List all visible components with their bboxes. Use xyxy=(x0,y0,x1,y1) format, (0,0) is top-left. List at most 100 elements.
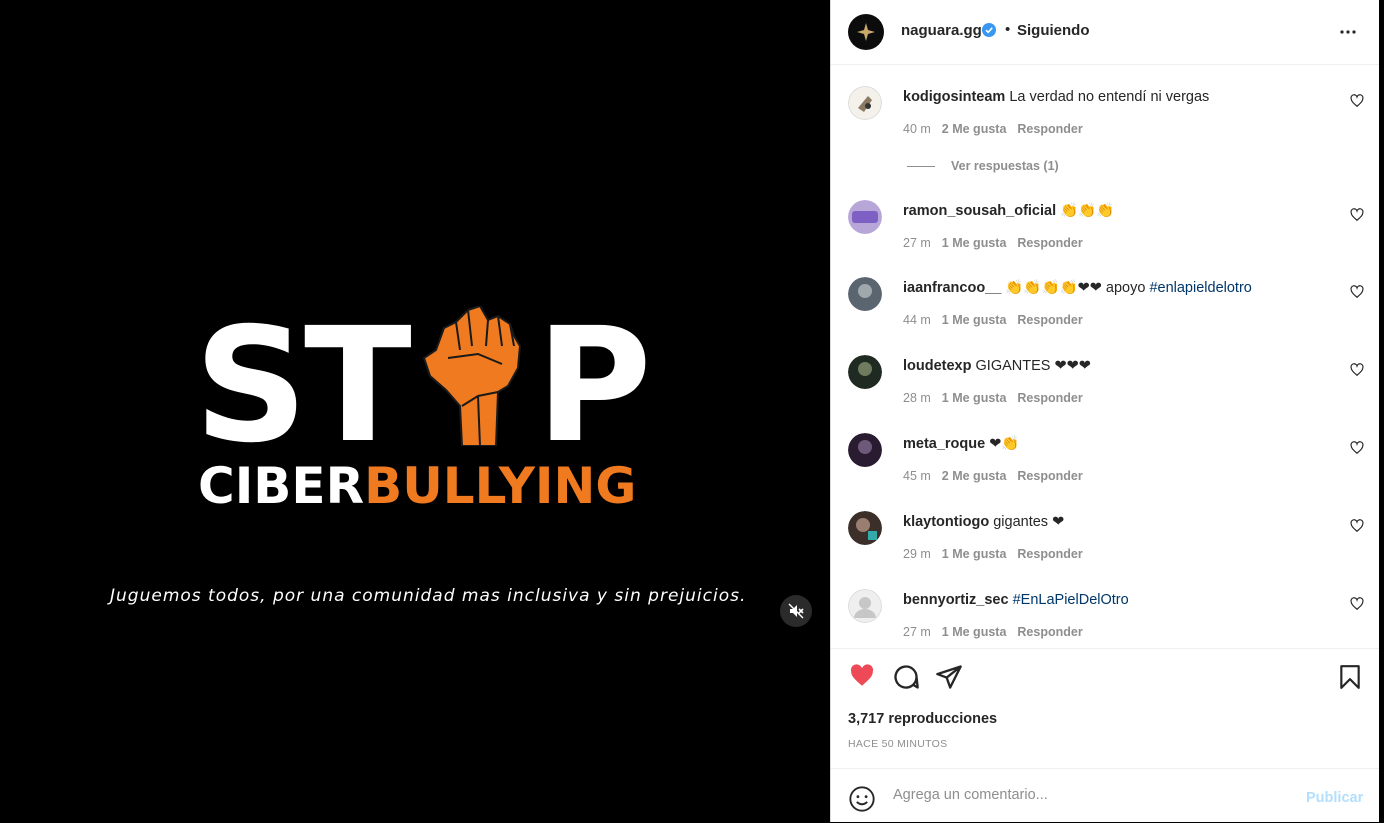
comment-username[interactable]: bennyortiz_sec xyxy=(903,592,1009,608)
reply-button[interactable]: Responder xyxy=(1017,391,1082,405)
comment-username[interactable]: loudetexp xyxy=(903,358,971,374)
comment-meta: 28 m 1 Me gusta Responder xyxy=(903,391,1094,405)
reply-button[interactable]: Responder xyxy=(1017,625,1082,639)
comment-meta: 45 m 2 Me gusta Responder xyxy=(903,469,1094,483)
comment-time[interactable]: 29 m xyxy=(903,547,931,561)
owner-username[interactable]: naguara.gg xyxy=(901,22,982,39)
comment-meta: 40 m 2 Me gusta Responder xyxy=(903,122,1094,136)
comment-item: meta_roque ❤👏 45 m 2 Me gusta Responder xyxy=(831,433,1380,511)
like-heart-icon[interactable] xyxy=(1350,441,1364,455)
post-actions: 3,717 reproducciones HACE 50 MINUTOS xyxy=(831,648,1380,769)
following-button[interactable]: Siguiendo xyxy=(1017,22,1090,39)
reply-button[interactable]: Responder xyxy=(1017,122,1082,136)
comment-likes[interactable]: 1 Me gusta xyxy=(942,236,1007,250)
video-tagline: Juguemos todos, por una comunidad mas in… xyxy=(110,586,747,606)
stop-letter-t: T xyxy=(304,294,412,478)
avatar[interactable] xyxy=(848,589,882,623)
comment-time[interactable]: 27 m xyxy=(903,236,931,250)
publish-button[interactable]: Publicar xyxy=(1306,790,1363,806)
comment-meta: 44 m 1 Me gusta Responder xyxy=(903,313,1094,327)
stop-letter-p: P xyxy=(536,294,652,478)
comment-item: loudetexp GIGANTES ❤❤❤ 28 m 1 Me gusta Res… xyxy=(831,355,1380,433)
comment-input[interactable] xyxy=(891,786,1285,804)
ciberbullying-title: CIBERBULLYING xyxy=(198,458,636,514)
comment-item: iaanfrancoo__ 👏👏👏👏❤❤ apoyo #enlapieldelo… xyxy=(831,277,1380,355)
reply-button[interactable]: Responder xyxy=(1017,313,1082,327)
avatar[interactable] xyxy=(848,86,882,120)
comment-item: kodigosinteam La verdad no entendí ni ve… xyxy=(831,86,1380,164)
avatar[interactable] xyxy=(848,355,882,389)
comment-likes[interactable]: 2 Me gusta xyxy=(942,122,1007,136)
comment-likes[interactable]: 1 Me gusta xyxy=(942,391,1007,405)
comment-text: La verdad no entendí ni vergas xyxy=(1009,89,1210,105)
view-replies-label: Ver respuestas (1) xyxy=(951,159,1059,173)
comment-text: GIGANTES xyxy=(975,358,1051,374)
brand-logo-icon xyxy=(857,23,875,41)
owner-avatar[interactable] xyxy=(848,14,884,50)
post-side-panel: naguara.gg • Siguiendo kodigosinteam La … xyxy=(830,0,1380,822)
comment-username[interactable]: ramon_sousah_oficial xyxy=(903,203,1056,219)
more-options-icon[interactable] xyxy=(1339,24,1357,40)
avatar[interactable] xyxy=(848,200,882,234)
replies-divider xyxy=(907,165,935,167)
comment-meta: 27 m 1 Me gusta Responder xyxy=(903,236,1094,250)
comment-time[interactable]: 44 m xyxy=(903,313,931,327)
like-heart-icon[interactable] xyxy=(1350,597,1364,611)
reply-button[interactable]: Responder xyxy=(1017,547,1082,561)
comment-username[interactable]: klaytontiogo xyxy=(903,514,989,530)
comment-likes[interactable]: 1 Me gusta xyxy=(942,313,1007,327)
comment-text: apoyo xyxy=(1105,280,1146,296)
add-comment-bar: Publicar xyxy=(831,768,1380,823)
reply-button[interactable]: Responder xyxy=(1017,236,1082,250)
stop-logo: S T P xyxy=(194,294,652,478)
comment-meta: 29 m 1 Me gusta Responder xyxy=(903,547,1094,561)
save-bookmark-icon[interactable] xyxy=(1337,663,1363,691)
comment-username[interactable]: meta_roque xyxy=(903,436,985,452)
comment-time[interactable]: 45 m xyxy=(903,469,931,483)
avatar[interactable] xyxy=(848,277,882,311)
verified-badge-icon xyxy=(982,23,996,37)
video-player[interactable]: S T P CIBERBULLYING Juguemos todos, por … xyxy=(0,0,830,822)
post-header: naguara.gg • Siguiendo xyxy=(831,0,1380,65)
reply-button[interactable]: Responder xyxy=(1017,469,1082,483)
comment-item: ramon_sousah_oficial 👏👏👏 27 m 1 Me gusta R… xyxy=(831,200,1380,278)
view-count[interactable]: 3,717 reproducciones xyxy=(848,711,997,727)
comment-username[interactable]: kodigosinteam xyxy=(903,89,1005,105)
like-filled-heart-icon[interactable] xyxy=(848,663,876,689)
share-paper-plane-icon[interactable] xyxy=(935,663,963,691)
comment-likes[interactable]: 1 Me gusta xyxy=(942,547,1007,561)
hashtag-link[interactable]: #EnLaPielDelOtro xyxy=(1013,592,1129,608)
avatar[interactable] xyxy=(848,511,882,545)
like-heart-icon[interactable] xyxy=(1350,363,1364,377)
comment-emoji: ❤ xyxy=(1052,514,1065,530)
header-separator: • xyxy=(1005,21,1011,38)
comment-bubble-icon[interactable] xyxy=(892,663,920,691)
bullying-text: BULLYING xyxy=(364,457,637,515)
like-heart-icon[interactable] xyxy=(1350,94,1364,108)
comment-time[interactable]: 27 m xyxy=(903,625,931,639)
comment-text: gigantes xyxy=(993,514,1049,530)
like-heart-icon[interactable] xyxy=(1350,208,1364,222)
comment-likes[interactable]: 1 Me gusta xyxy=(942,625,1007,639)
comment-time[interactable]: 40 m xyxy=(903,122,931,136)
comments-list[interactable]: kodigosinteam La verdad no entendí ni ve… xyxy=(831,65,1380,647)
comment-time[interactable]: 28 m xyxy=(903,391,931,405)
comment-emoji: ❤❤❤ xyxy=(1054,358,1091,374)
emoji-smile-icon[interactable] xyxy=(848,785,876,813)
muted-speaker-icon xyxy=(788,603,804,619)
view-replies-button[interactable]: Ver respuestas (1) xyxy=(907,159,1059,173)
comment-emoji: 👏👏👏👏❤❤ xyxy=(1005,280,1102,296)
post-timestamp[interactable]: HACE 50 MINUTOS xyxy=(848,738,947,750)
mute-button[interactable] xyxy=(780,595,812,627)
comment-item: bennyortiz_sec #EnLaPielDelOtro 27 m 1 Me… xyxy=(831,589,1380,647)
like-heart-icon[interactable] xyxy=(1350,519,1364,533)
comment-likes[interactable]: 2 Me gusta xyxy=(942,469,1007,483)
comment-item: klaytontiogo gigantes ❤ 29 m 1 Me gusta Re… xyxy=(831,511,1380,589)
like-heart-icon[interactable] xyxy=(1350,285,1364,299)
comment-emoji: 👏👏👏 xyxy=(1060,203,1115,219)
hashtag-link[interactable]: #enlapieldelotro xyxy=(1149,280,1251,296)
avatar[interactable] xyxy=(848,433,882,467)
window-edge xyxy=(1379,0,1384,822)
raised-fist-icon xyxy=(422,306,522,446)
comment-username[interactable]: iaanfrancoo__ xyxy=(903,280,1001,296)
